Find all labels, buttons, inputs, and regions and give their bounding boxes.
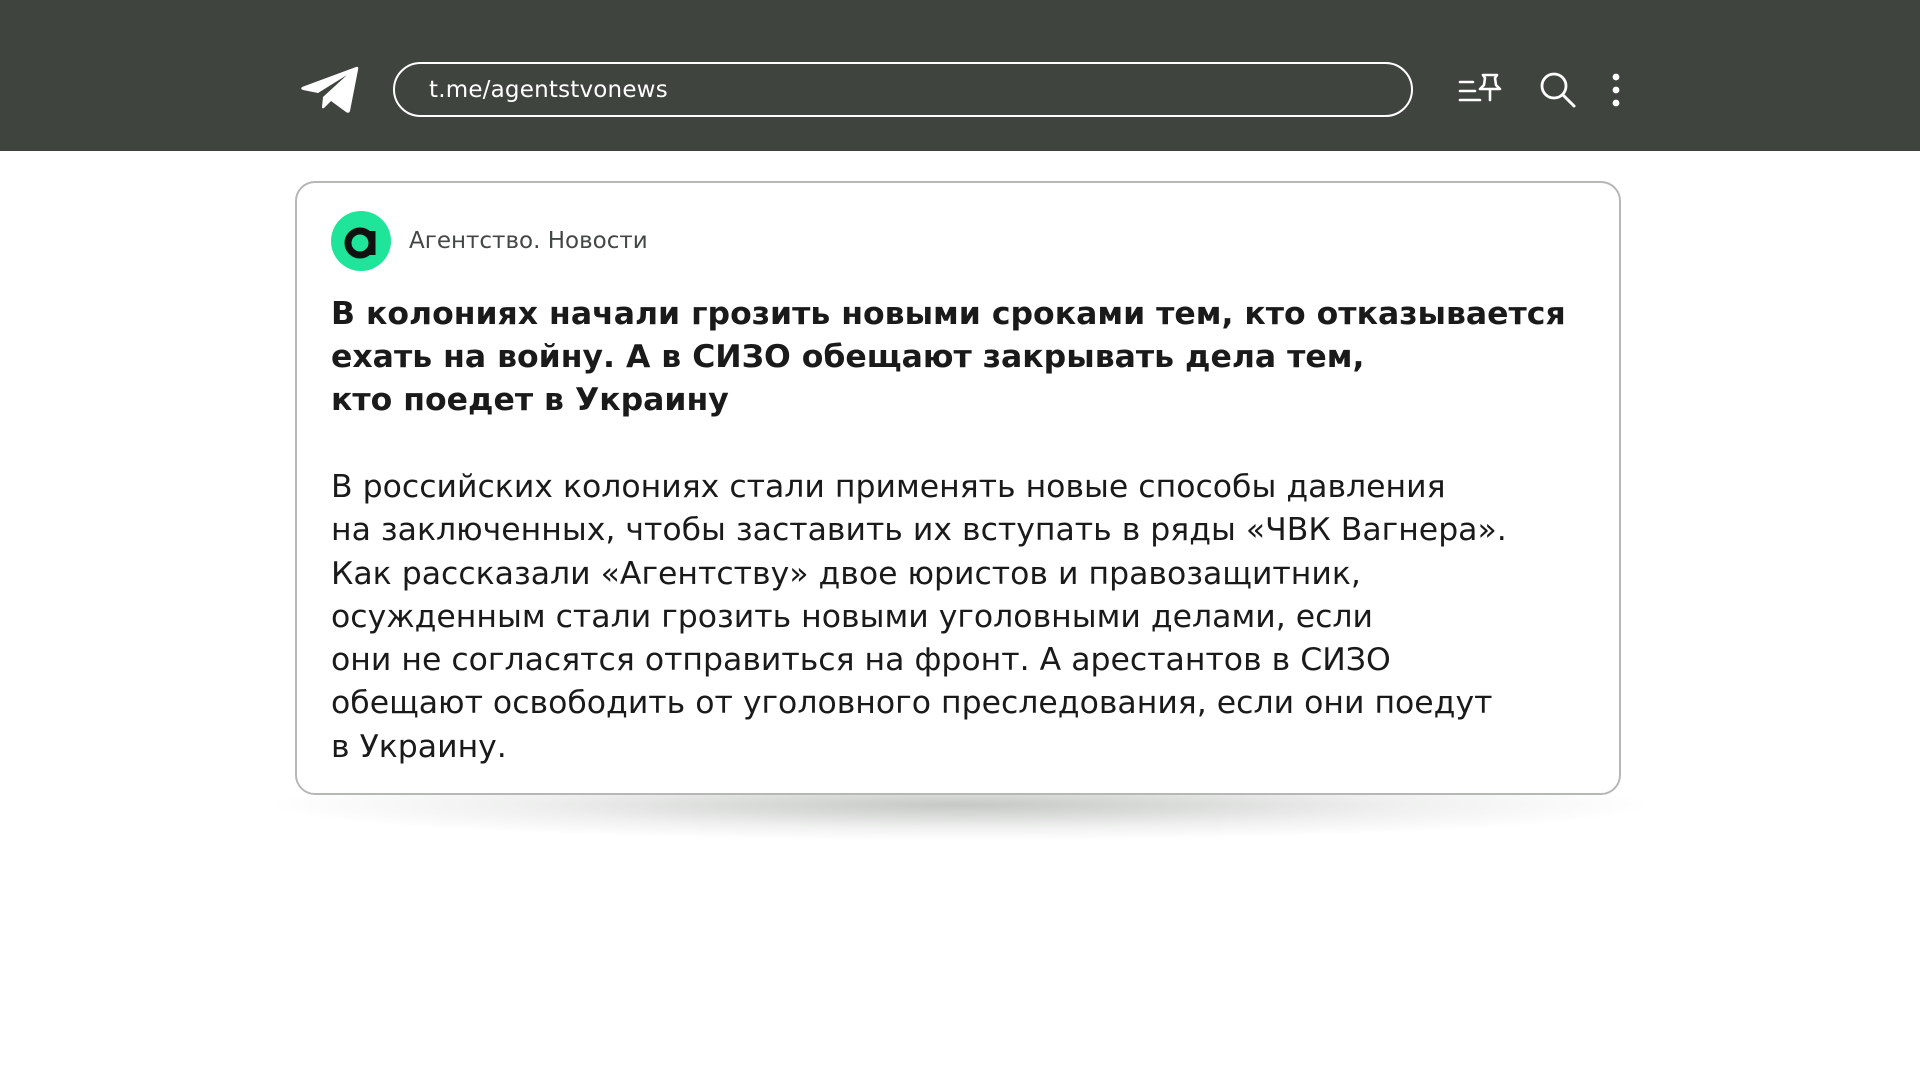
headline-line: В колониях начали грозить новыми сроками… (331, 296, 1566, 332)
channel-header[interactable]: Агентство. Новости (331, 211, 648, 271)
post-body: В российских колониях стали применять но… (331, 466, 1591, 769)
body-line: Как рассказали «Агентству» двое юристов … (331, 555, 1361, 592)
post-headline: В колониях начали грозить новыми сроками… (331, 293, 1591, 422)
body-line: осужденным стали грозить новыми уголовны… (331, 598, 1374, 635)
more-vert-icon[interactable] (1600, 70, 1632, 110)
agentstvo-logo-icon (344, 227, 376, 259)
channel-name[interactable]: Агентство. Новости (409, 228, 648, 254)
address-url: t.me/agentstvonews (429, 76, 668, 103)
pinned-list-icon[interactable] (1458, 70, 1506, 110)
body-line: они не согласятся отправиться на фронт. … (331, 642, 1391, 679)
search-icon[interactable] (1536, 70, 1580, 110)
body-line: на заключенных, чтобы заставить их вступ… (331, 512, 1507, 549)
top-bar: t.me/agentstvonews (0, 0, 1920, 151)
telegram-icon[interactable] (300, 66, 360, 114)
post-card: Агентство. Новости В колониях начали гро… (295, 181, 1621, 795)
body-line: В российских колониях стали применять но… (331, 469, 1446, 505)
headline-line: ехать на войну. А в СИЗО обещают закрыва… (331, 339, 1365, 375)
address-bar[interactable]: t.me/agentstvonews (393, 62, 1413, 117)
headline-line: кто поедет в Украину (331, 382, 729, 418)
body-line: в Украину. (331, 728, 507, 765)
body-line: обещают освободить от уголовного преслед… (331, 685, 1493, 722)
page: t.me/agentstvonews Агентство. Новости В … (0, 0, 1920, 1080)
avatar[interactable] (331, 211, 391, 271)
